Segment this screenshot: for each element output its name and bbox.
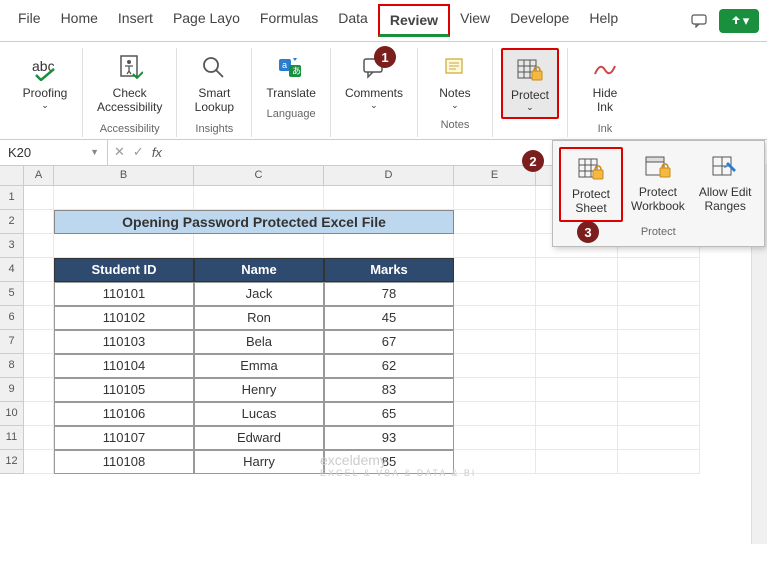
tab-file[interactable]: File bbox=[8, 4, 51, 37]
edit-ranges-icon bbox=[709, 151, 741, 183]
name-box[interactable]: K20▼ bbox=[0, 140, 108, 165]
table-cell[interactable]: 45 bbox=[324, 306, 454, 330]
tab-develope[interactable]: Develope bbox=[500, 4, 579, 37]
callout-3: 3 bbox=[577, 221, 599, 243]
row-header-5[interactable]: 5 bbox=[0, 282, 24, 306]
sheet-title[interactable]: Opening Password Protected Excel File bbox=[54, 210, 454, 234]
table-cell[interactable]: 67 bbox=[324, 330, 454, 354]
protect-workbook-button[interactable]: Protect Workbook bbox=[625, 147, 691, 222]
row-header-1[interactable]: 1 bbox=[0, 186, 24, 210]
tab-home[interactable]: Home bbox=[51, 4, 108, 37]
ribbon: 1 2 abcProofing⌄ Check Accessibility Acc… bbox=[0, 42, 767, 140]
protect-workbook-icon bbox=[642, 151, 674, 183]
share-button[interactable]: ▾ bbox=[719, 9, 759, 33]
search-icon bbox=[198, 52, 230, 84]
table-cell[interactable]: 65 bbox=[324, 402, 454, 426]
tab-formulas[interactable]: Formulas bbox=[250, 4, 328, 37]
proofing-button[interactable]: abcProofing⌄ bbox=[16, 48, 74, 115]
allow-edit-ranges-button[interactable]: Allow Edit Ranges bbox=[693, 147, 758, 222]
tab-insert[interactable]: Insert bbox=[108, 4, 163, 37]
col-header-D[interactable]: D bbox=[324, 166, 454, 186]
accessibility-icon bbox=[114, 52, 146, 84]
row-header-4[interactable]: 4 bbox=[0, 258, 24, 282]
protect-sheet-button[interactable]: Protect Sheet bbox=[559, 147, 623, 222]
table-cell[interactable]: Edward bbox=[194, 426, 324, 450]
table-cell[interactable]: 110107 bbox=[54, 426, 194, 450]
svg-text:a: a bbox=[282, 60, 287, 70]
notes-button[interactable]: Notes⌄ bbox=[426, 48, 484, 115]
table-header[interactable]: Marks bbox=[324, 258, 454, 282]
row-header-9[interactable]: 9 bbox=[0, 378, 24, 402]
row-header-3[interactable]: 3 bbox=[0, 234, 24, 258]
table-cell[interactable]: 93 bbox=[324, 426, 454, 450]
cancel-icon: ✕ bbox=[114, 144, 125, 160]
table-header[interactable]: Name bbox=[194, 258, 324, 282]
hide-ink-button[interactable]: Hide Ink bbox=[576, 48, 634, 119]
table-cell[interactable]: Emma bbox=[194, 354, 324, 378]
table-cell[interactable]: 110102 bbox=[54, 306, 194, 330]
row-header-8[interactable]: 8 bbox=[0, 354, 24, 378]
row-header-6[interactable]: 6 bbox=[0, 306, 24, 330]
table-cell[interactable]: 85 bbox=[324, 450, 454, 474]
col-header-B[interactable]: B bbox=[54, 166, 194, 186]
table-cell[interactable]: Ron bbox=[194, 306, 324, 330]
callout-2: 2 bbox=[522, 150, 544, 172]
translate-icon: aあ bbox=[275, 52, 307, 84]
spellcheck-icon: abc bbox=[29, 52, 61, 84]
table-header[interactable]: Student ID bbox=[54, 258, 194, 282]
table-cell[interactable]: Henry bbox=[194, 378, 324, 402]
translate-button[interactable]: aあTranslate bbox=[260, 48, 322, 104]
col-header-E[interactable]: E bbox=[454, 166, 536, 186]
table-cell[interactable]: 110106 bbox=[54, 402, 194, 426]
check-accessibility-button[interactable]: Check Accessibility bbox=[91, 48, 168, 119]
protect-button[interactable]: Protect⌄ bbox=[501, 48, 559, 119]
table-cell[interactable]: 110108 bbox=[54, 450, 194, 474]
tab-help[interactable]: Help bbox=[579, 4, 628, 37]
row-header-2[interactable]: 2 bbox=[0, 210, 24, 234]
table-cell[interactable]: 110103 bbox=[54, 330, 194, 354]
protect-icon bbox=[514, 54, 546, 86]
table-cell[interactable]: Bela bbox=[194, 330, 324, 354]
ink-icon bbox=[589, 52, 621, 84]
table-cell[interactable]: Lucas bbox=[194, 402, 324, 426]
row-header-10[interactable]: 10 bbox=[0, 402, 24, 426]
fx-icon[interactable]: fx bbox=[152, 145, 162, 160]
col-header-C[interactable]: C bbox=[194, 166, 324, 186]
tab-review[interactable]: Review bbox=[378, 4, 450, 37]
smart-lookup-button[interactable]: Smart Lookup bbox=[185, 48, 243, 119]
tab-bar: FileHomeInsertPage LayoFormulasDataRevie… bbox=[0, 0, 767, 42]
row-header-12[interactable]: 12 bbox=[0, 450, 24, 474]
select-all-corner[interactable] bbox=[0, 166, 24, 186]
table-cell[interactable]: 78 bbox=[324, 282, 454, 306]
table-cell[interactable]: 110104 bbox=[54, 354, 194, 378]
callout-1: 1 bbox=[374, 46, 396, 68]
tab-view[interactable]: View bbox=[450, 4, 500, 37]
col-header-A[interactable]: A bbox=[24, 166, 54, 186]
protect-sheet-icon bbox=[575, 153, 607, 185]
row-header-7[interactable]: 7 bbox=[0, 330, 24, 354]
comments-bubble-icon[interactable] bbox=[685, 9, 713, 33]
row-header-11[interactable]: 11 bbox=[0, 426, 24, 450]
table-cell[interactable]: 110101 bbox=[54, 282, 194, 306]
table-cell[interactable]: 83 bbox=[324, 378, 454, 402]
tab-data[interactable]: Data bbox=[328, 4, 378, 37]
table-cell[interactable]: Harry bbox=[194, 450, 324, 474]
protect-dropdown: Protect Sheet Protect Workbook Allow Edi… bbox=[552, 140, 765, 247]
confirm-icon: ✓ bbox=[133, 144, 144, 160]
table-cell[interactable]: Jack bbox=[194, 282, 324, 306]
tab-pagelayo[interactable]: Page Layo bbox=[163, 4, 250, 37]
table-cell[interactable]: 62 bbox=[324, 354, 454, 378]
svg-text:あ: あ bbox=[292, 66, 301, 76]
notes-icon bbox=[439, 52, 471, 84]
table-cell[interactable]: 110105 bbox=[54, 378, 194, 402]
